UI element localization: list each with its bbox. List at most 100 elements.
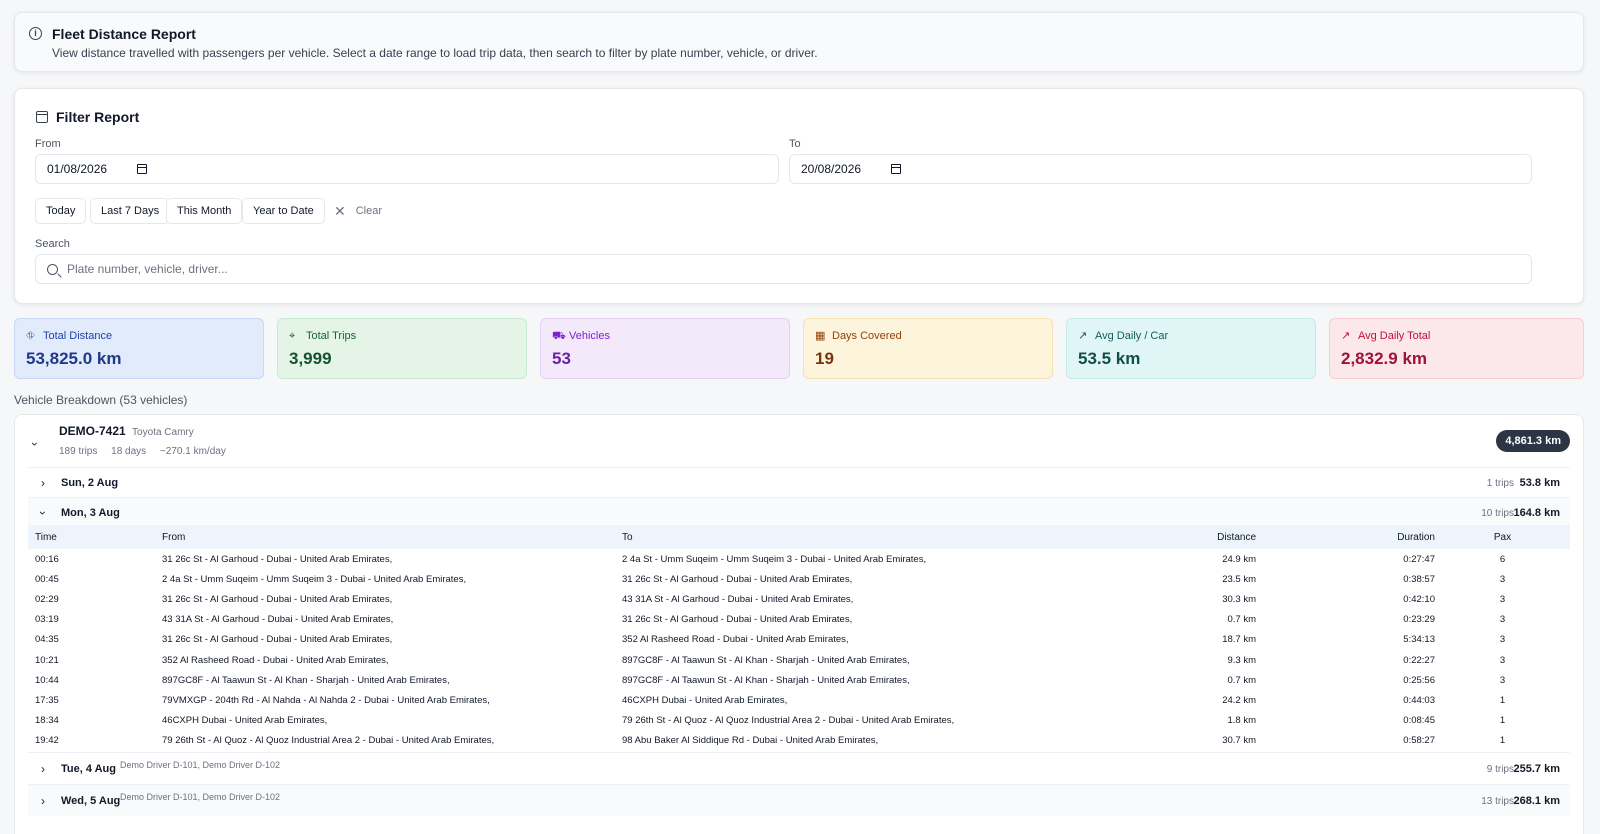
table-row: 02:29 31 26c St - Al Garhoud - Dubai - Un… [28, 589, 1570, 609]
search-label: Search [35, 238, 70, 250]
trip-distance: 0.7 km [1227, 614, 1256, 626]
trip-from: 43 31A St - Al Garhoud - Dubai - United … [162, 614, 394, 626]
today-button[interactable]: Today [35, 198, 87, 224]
chevron-down-icon[interactable]: › [36, 511, 50, 515]
trip-distance: 1.8 km [1227, 715, 1256, 727]
stat-label: Total Distance [43, 330, 113, 342]
clear-label: Clear [355, 205, 383, 217]
trip-distance: 24.9 km [1222, 553, 1256, 565]
day-km: 268.1 km [1513, 795, 1560, 807]
trip-distance: 9.3 km [1227, 654, 1256, 666]
info-icon: i [29, 27, 42, 40]
route-icon: ⛗ [26, 329, 35, 342]
trip-pax: 3 [1499, 573, 1506, 585]
trip-duration: 0:42:10 [1403, 593, 1435, 605]
column-header-time[interactable]: Time [28, 525, 162, 549]
trip-time: 17:35 [35, 694, 59, 706]
trip-from: 31 26c St - Al Garhoud - Dubai - United … [162, 593, 393, 605]
chevron-down-icon[interactable]: › [28, 442, 42, 446]
trip-pax: 6 [1499, 553, 1506, 565]
trip-to: 46CXPH Dubai - United Arab Emirates, [622, 694, 788, 706]
column-header-distance[interactable]: Distance [1152, 525, 1256, 549]
stat-value: 2,832.9 km [1341, 349, 1428, 368]
search-input[interactable]: Plate number, vehicle, driver... [35, 254, 1532, 284]
day-row[interactable]: › Wed, 5 Aug Demo Driver D-101, Demo Dri… [28, 784, 1570, 816]
report-header: i Fleet Distance Report View distance tr… [14, 12, 1584, 72]
trip-to: 2 4a St - Umm Suqeim - Umm Suqeim 3 - Du… [622, 553, 927, 565]
trip-from: 79 26th St - Al Quoz - Al Quoz Industria… [162, 735, 495, 747]
trip-distance: 18.7 km [1222, 634, 1256, 646]
vehicle-trips: 189 trips [59, 446, 98, 457]
trip-pax: 1 [1499, 735, 1506, 747]
trip-from: 46CXPH Dubai - United Arab Emirates, [162, 715, 328, 727]
vehicle-meta: 189 trips 18 days ~270.1 km/day [59, 446, 237, 457]
stat-label: Avg Daily Total [1358, 330, 1431, 342]
trip-to: 897GC8F - Al Taawun St - Al Khan - Sharj… [622, 674, 910, 686]
trip-distance: 23.5 km [1222, 573, 1256, 585]
search-icon [47, 263, 58, 275]
stat-label: Total Trips [306, 330, 357, 342]
day-row[interactable]: › Mon, 3 Aug 10 trips 164.8 km [28, 497, 1570, 527]
vehicle-days: 18 days [111, 446, 147, 457]
trip-to: 897GC8F - Al Taawun St - Al Khan - Sharj… [622, 654, 910, 666]
vehicle-per-day: ~270.1 km/day [159, 446, 226, 457]
trip-from: 31 26c St - Al Garhoud - Dubai - United … [162, 553, 393, 565]
table-row: 04:35 31 26c St - Al Garhoud - Dubai - Un… [28, 630, 1570, 650]
table-row: 03:19 43 31A St - Al Garhoud - Dubai - Un… [28, 610, 1570, 630]
trip-from: 897GC8F - Al Taawun St - Al Khan - Sharj… [162, 674, 450, 686]
stat-label: Days Covered [832, 330, 902, 342]
trip-to: 43 31A St - Al Garhoud - Dubai - United … [622, 593, 854, 605]
from-date-input[interactable]: 01/08/2026 [35, 154, 779, 184]
trend-up-icon: ↗ [1078, 329, 1088, 342]
day-km: 255.7 km [1513, 763, 1560, 775]
chevron-right-icon[interactable]: › [41, 762, 45, 776]
column-header-from[interactable]: From [162, 525, 622, 549]
trip-distance: 30.7 km [1222, 735, 1256, 747]
trip-distance: 30.3 km [1222, 593, 1256, 605]
trip-duration: 0:27:47 [1403, 553, 1435, 565]
trip-from: 2 4a St - Umm Suqeim - Umm Suqeim 3 - Du… [162, 573, 467, 585]
year-to-date-button[interactable]: Year to Date [242, 198, 325, 224]
trip-time: 02:29 [35, 593, 59, 605]
chevron-right-icon[interactable]: › [41, 794, 45, 808]
trip-distance: 0.7 km [1227, 674, 1256, 686]
day-trips: 1 trips [1486, 478, 1514, 489]
filter-title-label: Filter Report [56, 109, 140, 125]
column-header-to[interactable]: To [622, 525, 1152, 549]
table-row: 10:21 352 Al Rasheed Road - Dubai - Unite… [28, 650, 1570, 670]
day-label: Tue, 4 Aug [61, 763, 116, 775]
day-row[interactable]: › Tue, 4 Aug Demo Driver D-101, Demo Dri… [28, 752, 1570, 784]
this-month-button[interactable]: This Month [166, 198, 243, 224]
trip-time: 00:16 [35, 553, 59, 565]
trip-duration: 0:38:57 [1403, 573, 1435, 585]
chevron-right-icon[interactable]: › [41, 476, 45, 490]
column-header-duration[interactable]: Duration [1256, 525, 1435, 549]
from-label: From [35, 138, 61, 150]
trip-pax: 3 [1499, 593, 1506, 605]
trip-duration: 0:58:27 [1403, 735, 1435, 747]
trip-pax: 3 [1499, 634, 1506, 646]
trip-from: 352 Al Rasheed Road - Dubai - United Ara… [162, 654, 389, 666]
stat-value: 53 [552, 349, 571, 368]
from-date-value: 01/08/2026 [47, 162, 108, 176]
search-placeholder: Plate number, vehicle, driver... [67, 262, 228, 276]
calendar-picker-icon[interactable] [891, 164, 901, 174]
day-row[interactable]: › Sun, 2 Aug 1 trips 53.8 km [28, 467, 1570, 497]
trip-time: 10:44 [35, 674, 59, 686]
day-trips: 9 trips [1486, 764, 1514, 775]
trip-duration: 0:22:27 [1403, 654, 1435, 666]
stat-value: 3,999 [289, 349, 332, 368]
stat-label: Vehicles [569, 330, 610, 342]
day-km: 53.8 km [1519, 477, 1560, 489]
trip-from: 31 26c St - Al Garhoud - Dubai - United … [162, 634, 393, 646]
last-7-days-button[interactable]: Last 7 Days [90, 198, 171, 224]
to-date-input[interactable]: 20/08/2026 [789, 154, 1532, 184]
stat-label: Avg Daily / Car [1095, 330, 1169, 342]
trip-distance: 24.2 km [1222, 694, 1256, 706]
trip-time: 19:42 [35, 735, 59, 747]
clear-button[interactable]: ✕ Clear [334, 198, 382, 224]
column-header-pax[interactable]: Pax [1435, 525, 1570, 549]
stat-avg-daily-car: ↗ Avg Daily / Car 53.5 km [1066, 318, 1316, 379]
calendar-picker-icon[interactable] [137, 164, 147, 174]
page-title: Fleet Distance Report [52, 26, 196, 42]
